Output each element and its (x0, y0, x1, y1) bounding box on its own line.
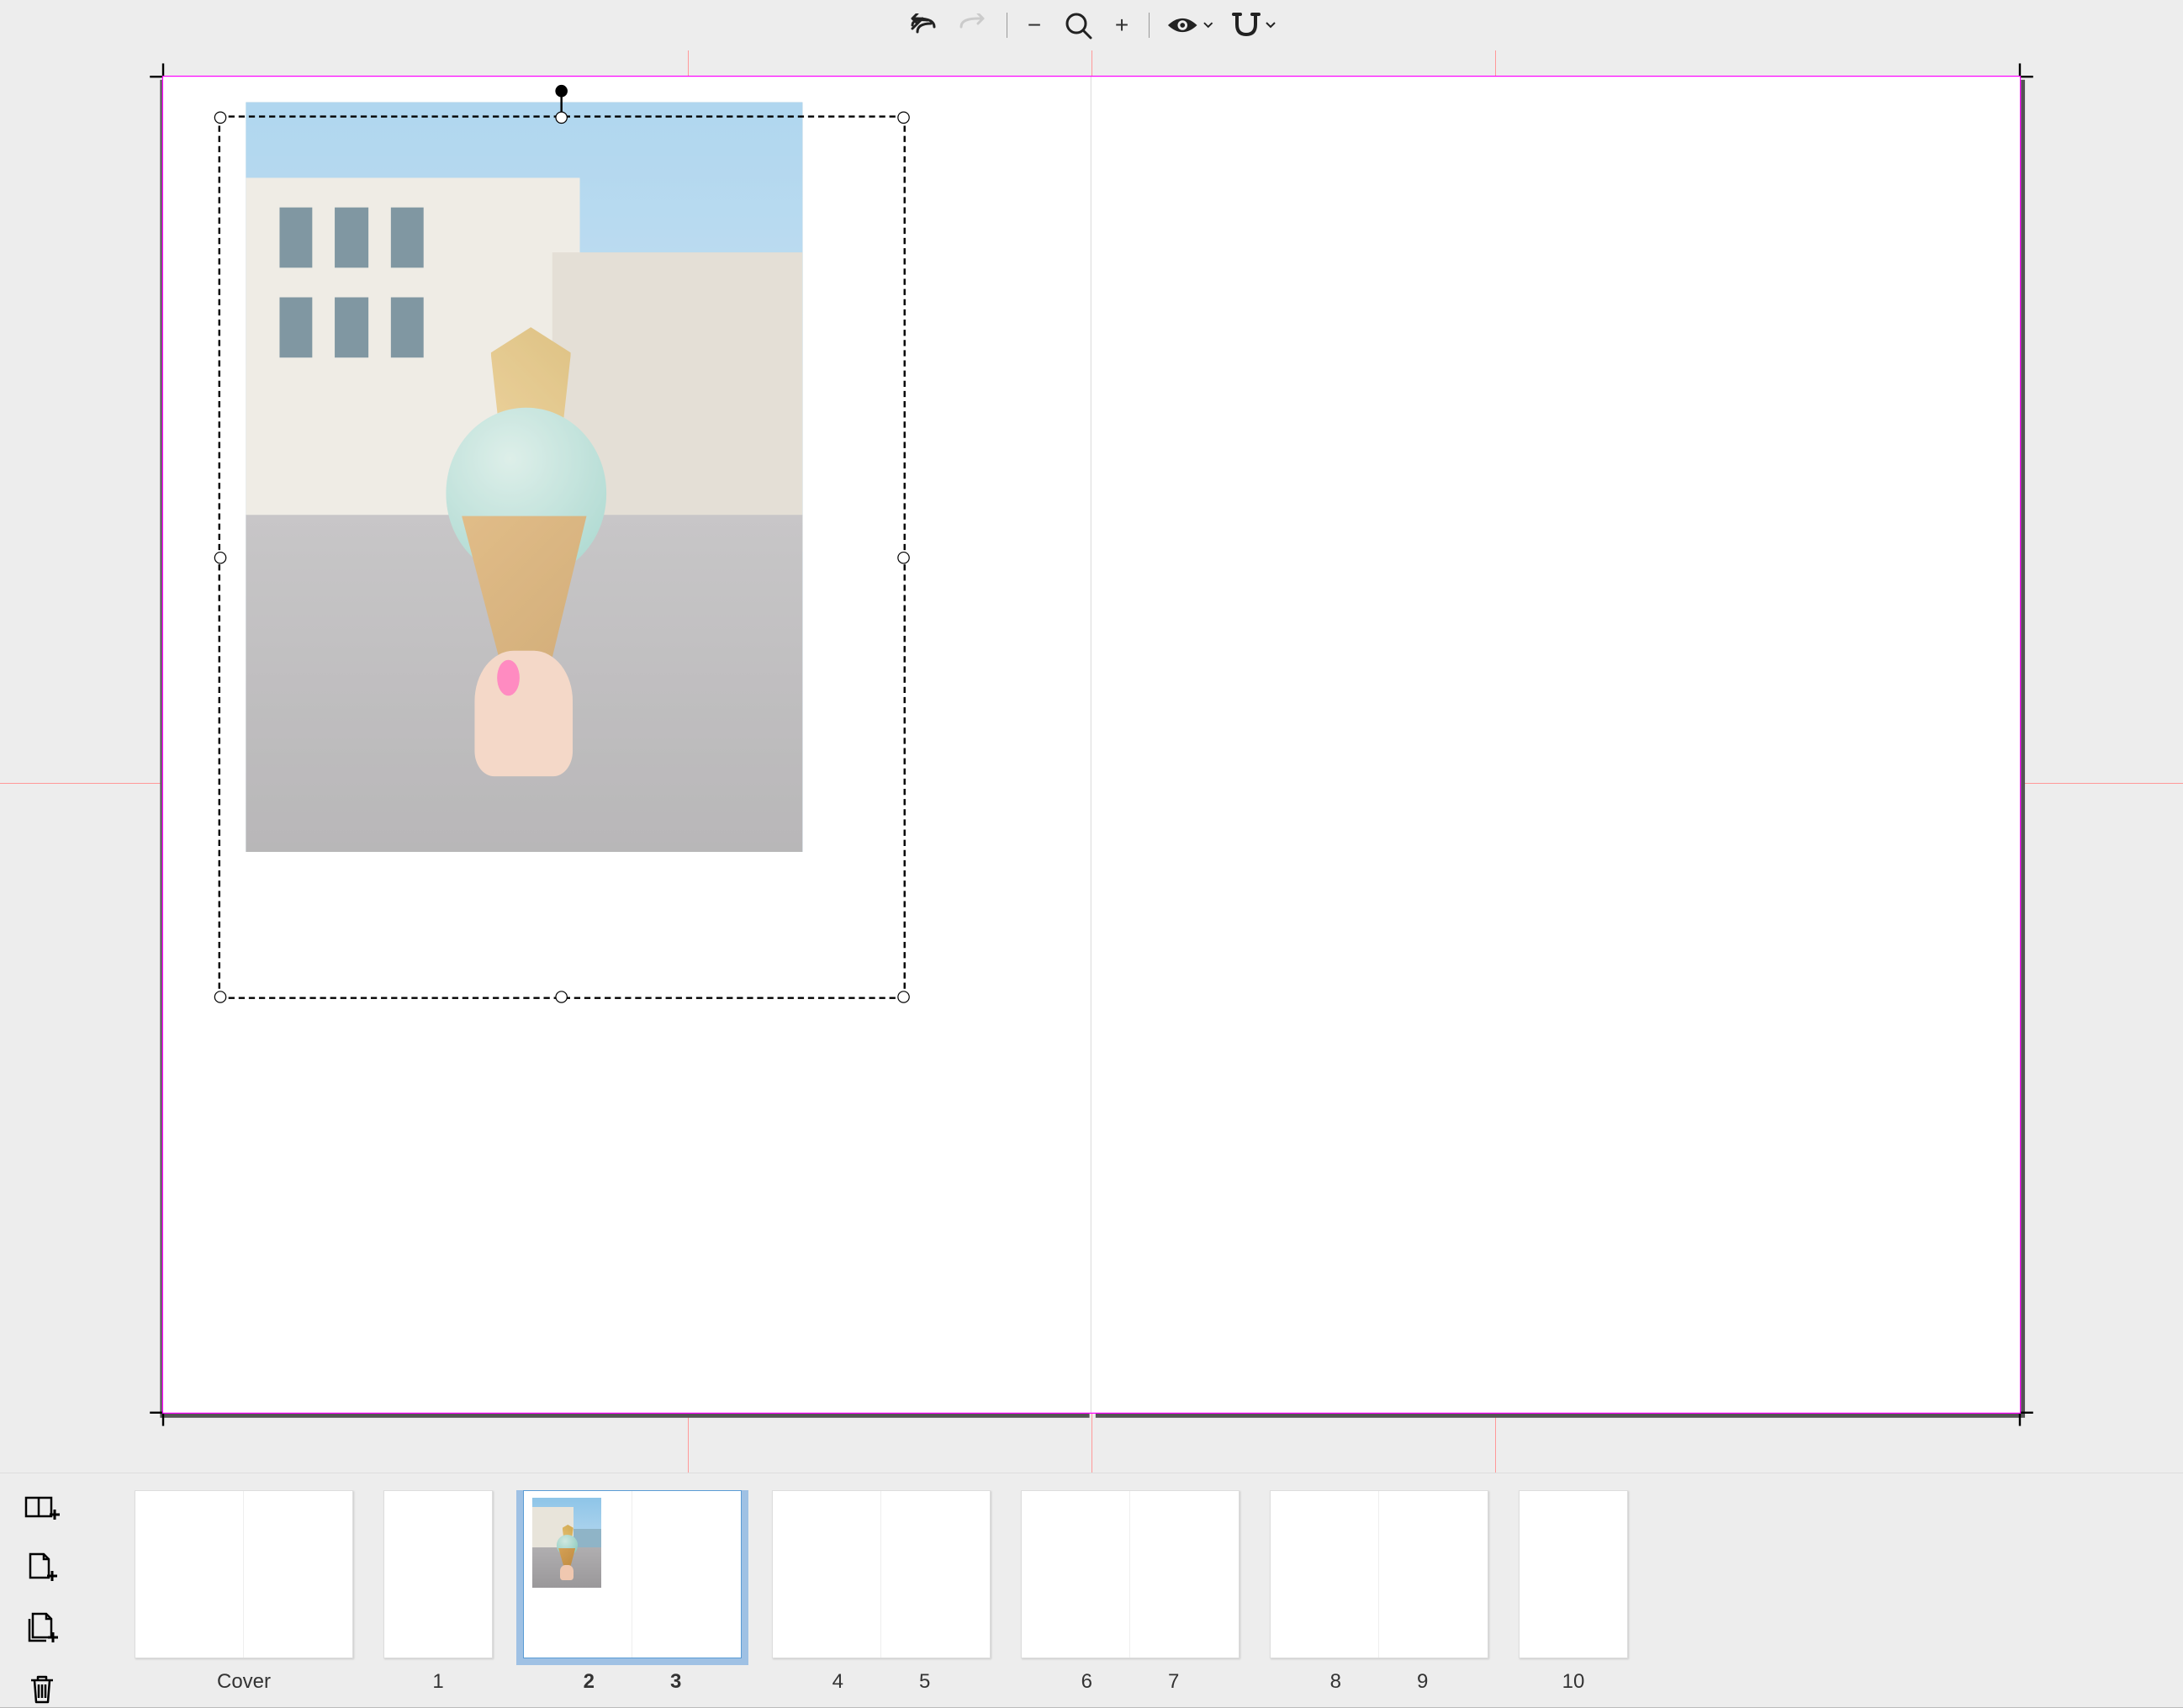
app-root: − + (0, 0, 2183, 1708)
trim-mark (2021, 1412, 2033, 1414)
page-right[interactable] (1092, 76, 2021, 1414)
thumb-label: 67 (1021, 1670, 1240, 1694)
resize-handle-mr[interactable] (897, 551, 910, 563)
trim-mark (2019, 1414, 2021, 1426)
trim-mark (2021, 76, 2033, 77)
resize-handle-bm[interactable] (556, 991, 568, 1003)
resize-handle-ml[interactable] (214, 551, 226, 563)
page-spread[interactable] (162, 76, 2021, 1414)
trim-mark (162, 1414, 164, 1426)
thumb-4-5[interactable]: 45 (772, 1490, 991, 1694)
thumb-6-7[interactable]: 67 (1021, 1490, 1240, 1694)
canvas-area[interactable] (0, 50, 2183, 1473)
resize-handle-tm[interactable] (556, 112, 568, 124)
duplicate-page-button[interactable] (24, 1611, 60, 1647)
thumb-8-9-box[interactable] (1270, 1490, 1488, 1658)
thumb-cover[interactable]: Cover (135, 1490, 353, 1694)
thumb-10[interactable]: 10 (1519, 1490, 1628, 1694)
resize-handle-br[interactable] (897, 991, 910, 1003)
view-button[interactable] (1166, 8, 1213, 42)
add-page-after-button[interactable] (24, 1551, 60, 1586)
zoom-reset-button[interactable] (1061, 8, 1095, 42)
placed-photo[interactable] (246, 103, 802, 852)
thumb-cover-box[interactable] (135, 1490, 353, 1658)
page-left[interactable] (162, 76, 1092, 1414)
thumb-10-box[interactable] (1519, 1490, 1628, 1658)
page-actions (0, 1490, 84, 1707)
zoom-out-button[interactable]: − (1024, 12, 1044, 39)
add-spread-button[interactable] (24, 1490, 60, 1526)
thumb-6-7-box[interactable] (1021, 1490, 1240, 1658)
thumb-photo (532, 1498, 601, 1588)
trim-mark (150, 1412, 162, 1414)
trim-mark (2019, 63, 2021, 76)
resize-handle-tr[interactable] (897, 112, 910, 124)
toolbar-separator-2 (1149, 13, 1150, 38)
thumb-label: Cover (135, 1670, 353, 1694)
thumb-4-5-box[interactable] (772, 1490, 991, 1658)
thumb-1[interactable]: 1 (383, 1490, 493, 1694)
thumb-label: 45 (772, 1670, 991, 1694)
trim-mark (150, 76, 162, 77)
redo-button[interactable] (956, 8, 990, 42)
trim-mark (162, 63, 164, 76)
top-toolbar: − + (0, 0, 2183, 50)
page-navigator: Cover 1 (0, 1473, 2183, 1708)
thumb-2-3-box[interactable] (523, 1490, 742, 1658)
delete-page-button[interactable] (24, 1672, 60, 1707)
thumb-label: 89 (1270, 1670, 1488, 1694)
thumb-1-box[interactable] (383, 1490, 493, 1658)
thumb-8-9[interactable]: 89 (1270, 1490, 1488, 1694)
snap-button[interactable] (1230, 8, 1277, 42)
thumb-label: 1 (383, 1670, 493, 1694)
resize-handle-tl[interactable] (214, 112, 226, 124)
thumb-label: 10 (1519, 1670, 1628, 1694)
resize-handle-bl[interactable] (214, 991, 226, 1003)
thumb-label: 23 (523, 1670, 742, 1694)
zoom-in-button[interactable]: + (1112, 12, 1132, 39)
thumb-2-3[interactable]: 23 (523, 1490, 742, 1694)
thumbnail-strip[interactable]: Cover 1 (84, 1490, 2183, 1694)
